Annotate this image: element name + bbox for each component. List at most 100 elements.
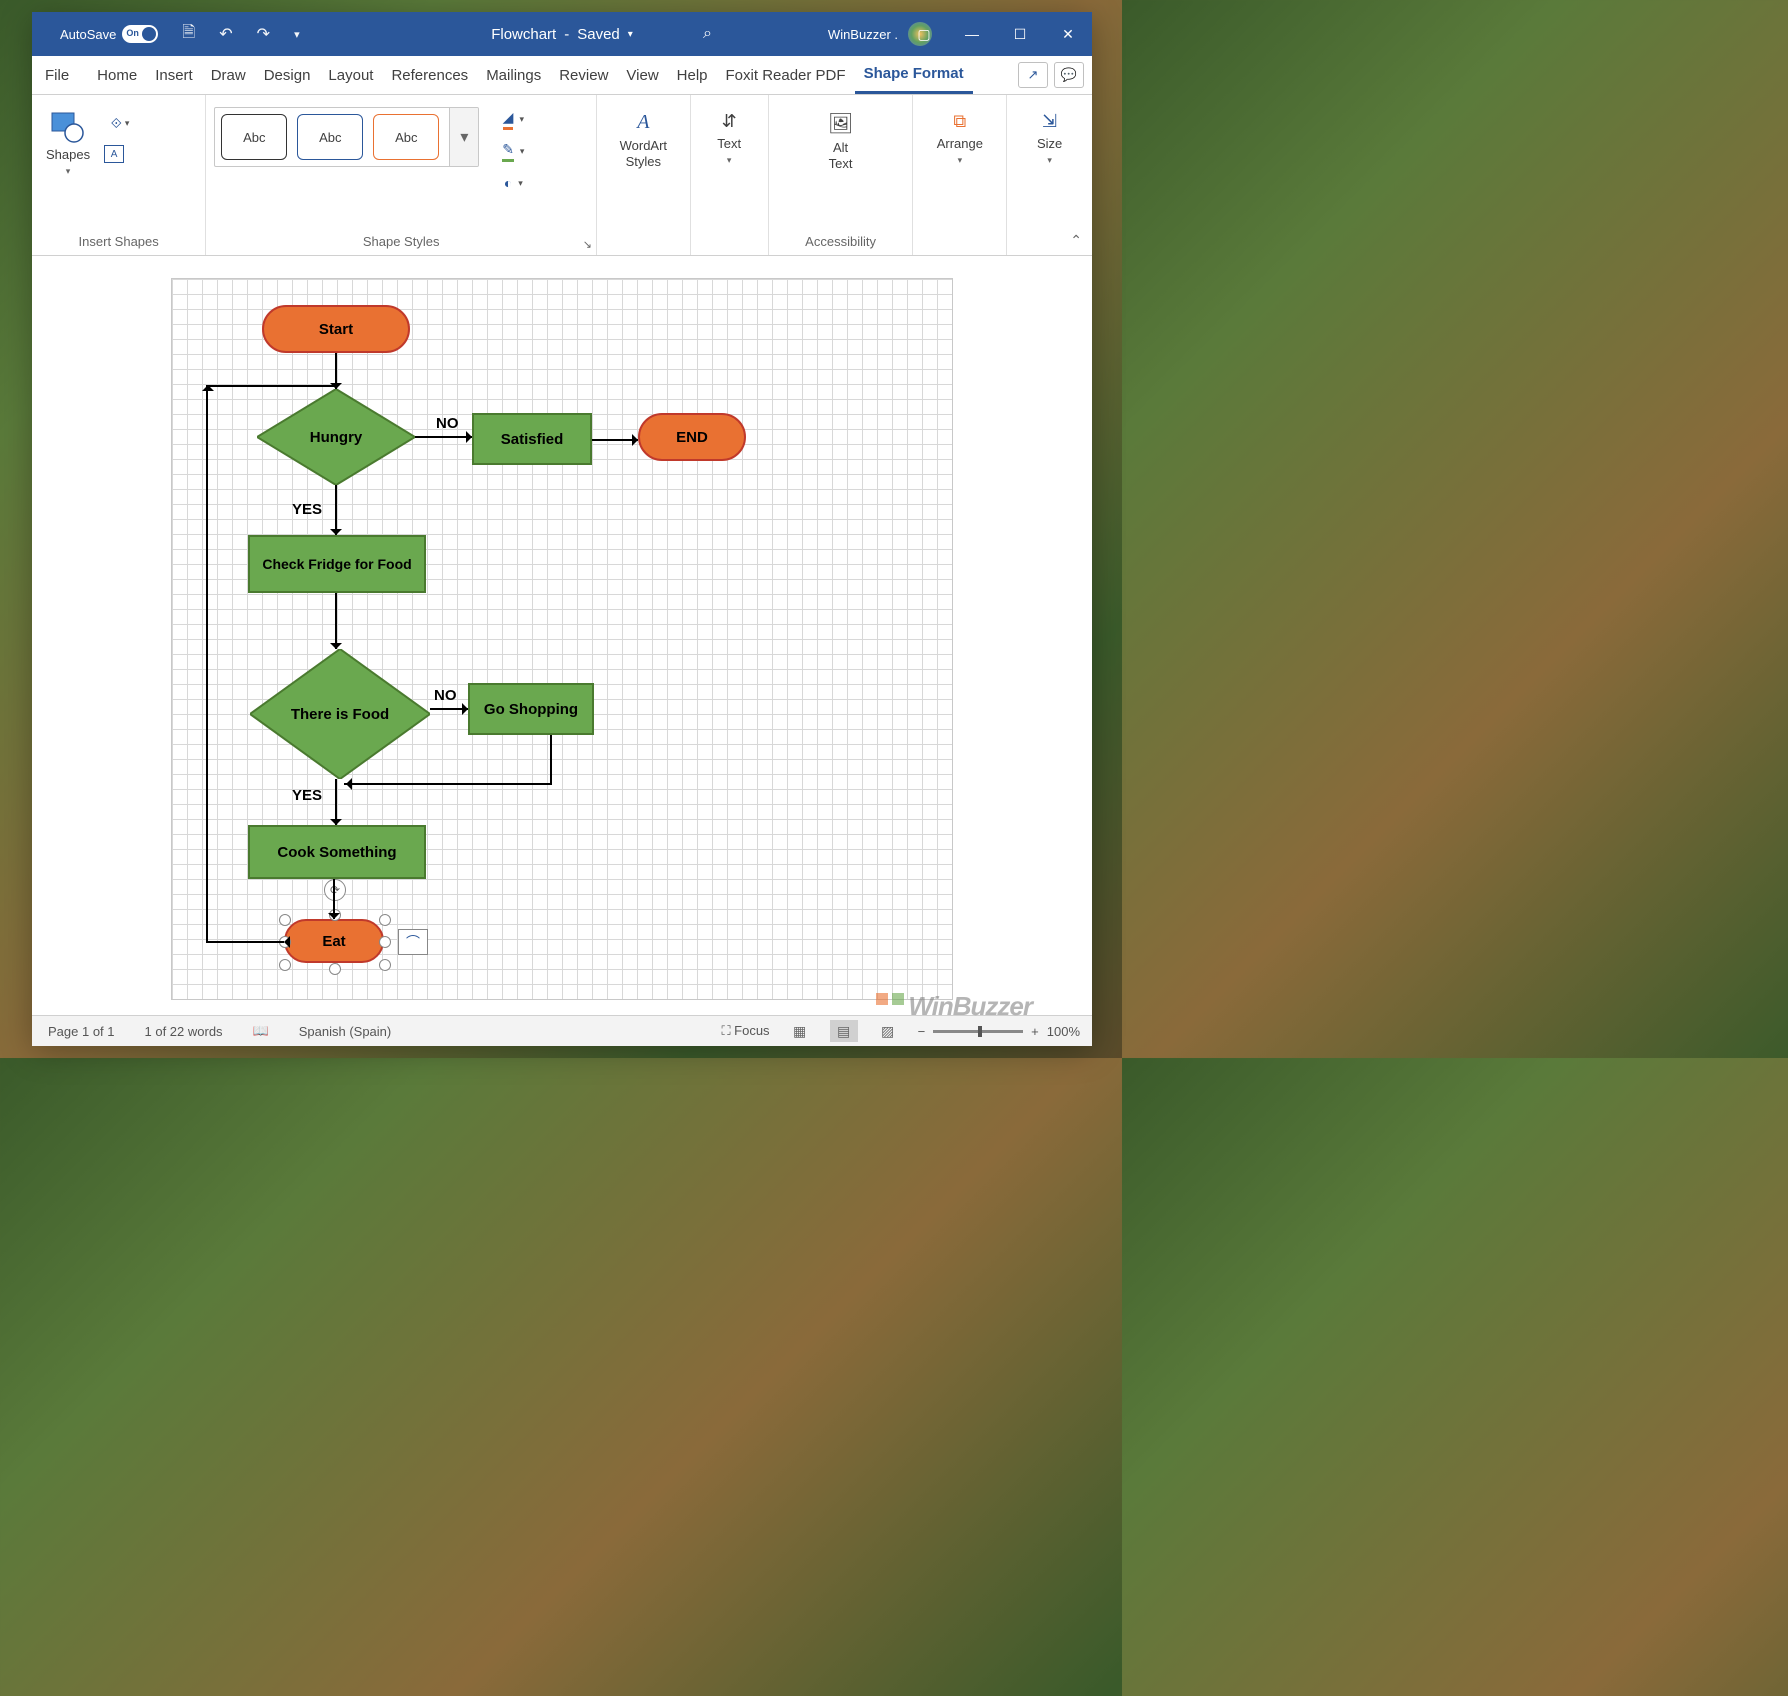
arrow-head-icon <box>202 379 214 391</box>
save-icon[interactable]: 🗎 <box>182 21 195 48</box>
label-yes: YES <box>292 787 322 804</box>
rotation-handle-icon[interactable]: ⟳ <box>324 879 346 901</box>
selection-handle[interactable] <box>379 936 391 948</box>
style-preset-3[interactable]: Abc <box>373 114 439 160</box>
shapes-button[interactable]: Shapes ▾ <box>40 107 96 181</box>
language-indicator[interactable]: Spanish (Spain) <box>299 1024 392 1039</box>
app-window: AutoSave On 🗎 ↶ ↷ ▾ Flowchart - Saved ▾ … <box>32 12 1092 1046</box>
maximize-icon[interactable]: ☐ <box>996 12 1044 56</box>
zoom-slider[interactable]: − + 100% <box>918 1024 1080 1039</box>
collapse-ribbon-icon[interactable]: ⌃ <box>1070 232 1082 249</box>
dialog-launcher-icon[interactable]: ↘ <box>583 238 592 251</box>
redo-icon[interactable]: ↷ <box>257 24 270 44</box>
shape-cook[interactable]: Cook Something <box>248 825 426 879</box>
tab-draw[interactable]: Draw <box>202 56 255 94</box>
document-title[interactable]: Flowchart - Saved ▾ <box>491 26 633 43</box>
tab-foxit[interactable]: Foxit Reader PDF <box>717 56 855 94</box>
tab-mailings[interactable]: Mailings <box>477 56 550 94</box>
arrow-head-icon <box>632 434 644 446</box>
ribbon: Shapes ▾ ⟐▾ A Insert Shapes Abc Abc Abc … <box>32 95 1092 256</box>
shape-there-is-food[interactable]: There is Food <box>250 649 430 779</box>
tab-insert[interactable]: Insert <box>146 56 202 94</box>
tab-view[interactable]: View <box>617 56 667 94</box>
arrow-head-icon <box>340 778 352 790</box>
arrow-head-icon <box>330 643 342 655</box>
tab-design[interactable]: Design <box>255 56 320 94</box>
tab-file[interactable]: File <box>36 56 78 94</box>
connector[interactable] <box>335 485 337 535</box>
toggle-switch[interactable]: On <box>122 25 158 43</box>
tab-shape-format[interactable]: Shape Format <box>855 56 973 94</box>
selection-handle[interactable] <box>279 914 291 926</box>
tab-references[interactable]: References <box>382 56 477 94</box>
tab-help[interactable]: Help <box>668 56 717 94</box>
minimize-icon[interactable]: — <box>948 12 996 56</box>
selection-handle[interactable] <box>379 914 391 926</box>
shape-go-shopping[interactable]: Go Shopping <box>468 683 594 735</box>
wordart-styles-button[interactable]: AWordArt Styles <box>614 107 673 173</box>
connector[interactable] <box>206 941 284 943</box>
autosave-label: AutoSave <box>60 27 116 42</box>
shape-eat[interactable]: Eat <box>284 919 384 963</box>
shape-effects-icon[interactable]: ◐▾ <box>497 171 529 195</box>
shape-check-fridge[interactable]: Check Fridge for Food <box>248 535 426 593</box>
ribbon-display-icon[interactable]: ▢ <box>900 12 948 56</box>
shape-hungry[interactable]: Hungry <box>257 389 415 485</box>
shape-outline-icon[interactable]: ✎▾ <box>497 139 529 163</box>
alt-text-button[interactable]: 🖼Alt Text <box>822 107 859 175</box>
connector[interactable] <box>344 783 552 785</box>
selection-handle[interactable] <box>379 959 391 971</box>
layout-options-icon[interactable]: ⌒ <box>398 929 428 955</box>
connector[interactable] <box>415 436 472 438</box>
shape-satisfied[interactable]: Satisfied <box>472 413 592 465</box>
share-icon[interactable]: ↗ <box>1018 62 1048 88</box>
connector[interactable] <box>335 593 337 649</box>
tab-home[interactable]: Home <box>88 56 146 94</box>
focus-mode[interactable]: ⛶ Focus <box>721 1023 769 1039</box>
gallery-more-icon[interactable]: ▾ <box>449 108 478 166</box>
text-box-icon[interactable]: A <box>104 145 124 163</box>
watermark-logo-icon <box>876 993 904 1021</box>
selection-handle[interactable] <box>279 959 291 971</box>
label-no: NO <box>434 687 457 704</box>
connector[interactable] <box>206 385 208 943</box>
undo-icon[interactable]: ↶ <box>219 24 232 44</box>
arrow-head-icon <box>466 431 478 443</box>
tab-review[interactable]: Review <box>550 56 617 94</box>
web-layout-icon[interactable]: ▨ <box>874 1020 902 1042</box>
page-indicator[interactable]: Page 1 of 1 <box>48 1024 115 1039</box>
customize-qat-icon[interactable]: ▾ <box>294 28 300 41</box>
size-button[interactable]: ⇲Size▾ <box>1031 107 1068 170</box>
style-preset-2[interactable]: Abc <box>297 114 363 160</box>
zoom-out-icon[interactable]: − <box>918 1024 926 1039</box>
read-mode-icon[interactable]: ▦ <box>786 1020 814 1042</box>
shape-end[interactable]: END <box>638 413 746 461</box>
selection-handle[interactable] <box>329 963 341 975</box>
spellcheck-icon[interactable]: 📖 <box>253 1023 269 1039</box>
zoom-level[interactable]: 100% <box>1047 1024 1080 1039</box>
arrow-head-icon <box>330 529 342 541</box>
edit-shape-icon[interactable]: ⟐▾ <box>104 111 136 135</box>
style-preset-1[interactable]: Abc <box>221 114 287 160</box>
print-layout-icon[interactable]: ▤ <box>830 1020 858 1042</box>
close-icon[interactable]: ✕ <box>1044 12 1092 56</box>
label-no: NO <box>436 415 459 432</box>
shape-style-gallery[interactable]: Abc Abc Abc ▾ <box>214 107 479 167</box>
page-canvas[interactable]: Start Hungry Satisfied END Check Fridge … <box>171 278 953 1000</box>
search-icon[interactable]: ⌕ <box>703 25 712 43</box>
word-count[interactable]: 1 of 22 words <box>145 1024 223 1039</box>
arrow-head-icon <box>328 913 340 925</box>
text-button[interactable]: ⇵Text▾ <box>711 107 747 170</box>
comments-icon[interactable]: 💬 <box>1054 62 1084 88</box>
label-yes: YES <box>292 501 322 518</box>
tab-layout[interactable]: Layout <box>319 56 382 94</box>
shape-fill-icon[interactable]: ◢▾ <box>497 107 529 131</box>
shape-start[interactable]: Start <box>262 305 410 353</box>
zoom-in-icon[interactable]: + <box>1031 1024 1039 1039</box>
connector[interactable] <box>550 735 552 785</box>
arrange-button[interactable]: ⧉Arrange▾ <box>931 107 989 170</box>
connector[interactable] <box>206 385 336 387</box>
autosave-toggle[interactable]: AutoSave On <box>60 25 158 43</box>
titlebar: AutoSave On 🗎 ↶ ↷ ▾ Flowchart - Saved ▾ … <box>32 12 1092 56</box>
document-area[interactable]: Start Hungry Satisfied END Check Fridge … <box>32 258 1092 1016</box>
